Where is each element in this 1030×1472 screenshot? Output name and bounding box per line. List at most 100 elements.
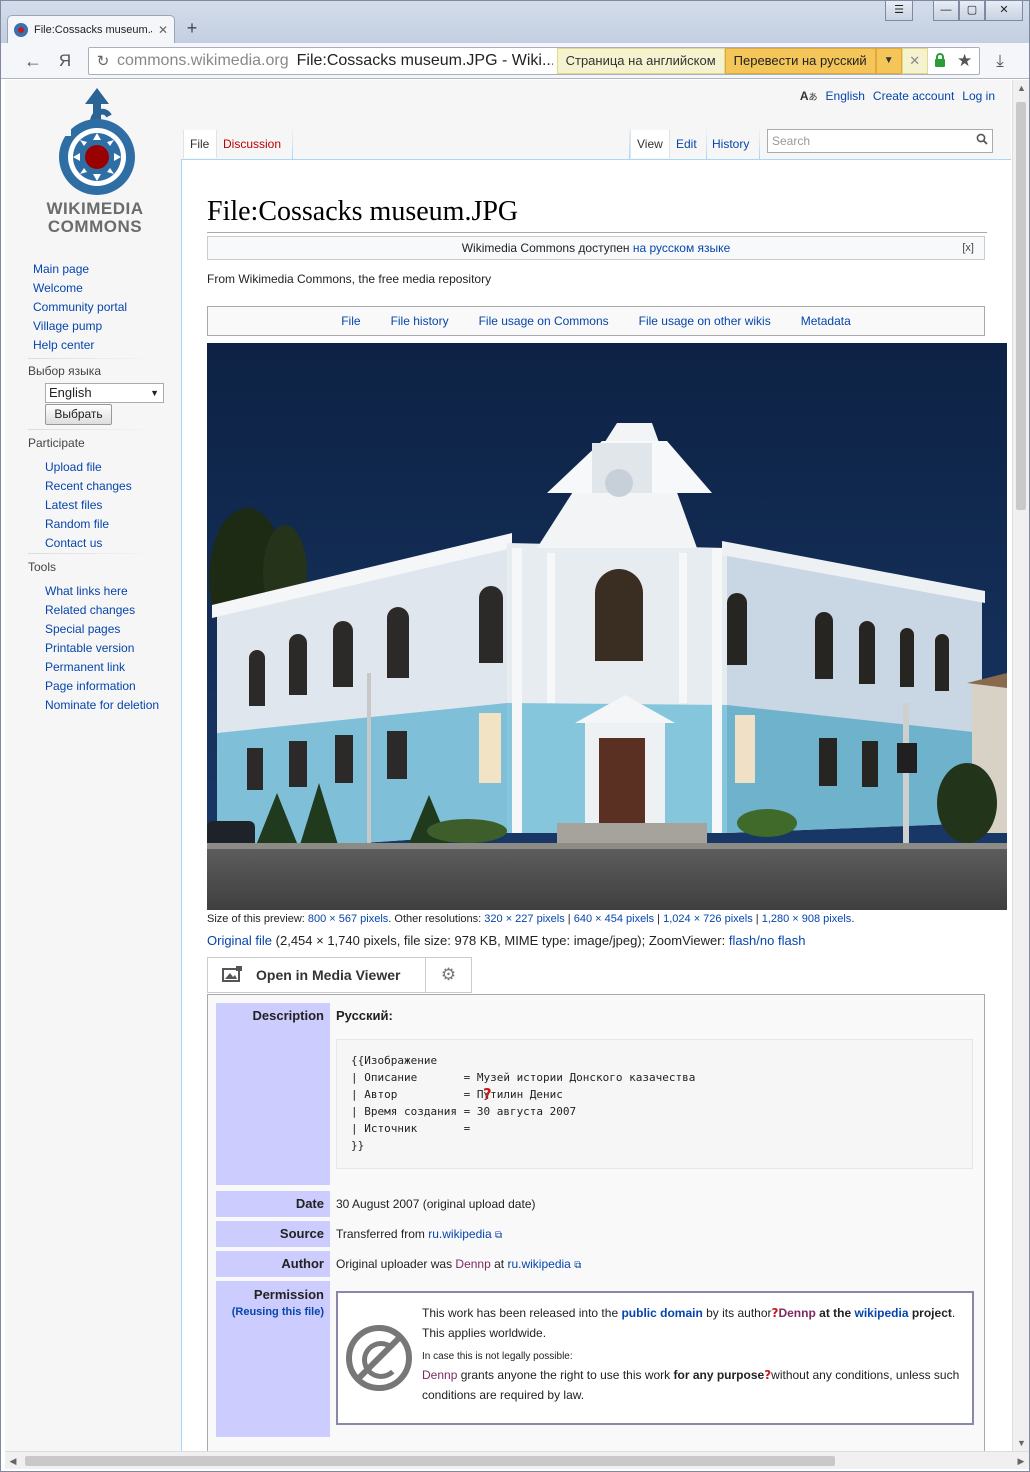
size-320-link[interactable]: 320 × 227 pixels bbox=[484, 913, 564, 925]
translate-dropdown-icon[interactable]: ▼ bbox=[875, 48, 902, 74]
filetoc-metadata-link[interactable]: Metadata bbox=[801, 314, 851, 328]
author-user-link[interactable]: Dennp bbox=[455, 1257, 490, 1271]
menu-icon[interactable]: ☰ bbox=[885, 1, 913, 21]
filetoc-history-link[interactable]: File history bbox=[391, 314, 449, 328]
scroll-right-icon[interactable]: ▶ bbox=[1013, 1452, 1029, 1470]
size-1280-link[interactable]: 1,280 × 908 pixels bbox=[762, 913, 852, 925]
language-submit-button[interactable]: Выбрать bbox=[45, 404, 112, 425]
sidebar-item-page-information[interactable]: Page information bbox=[40, 677, 160, 696]
filetoc-usage-commons-link[interactable]: File usage on Commons bbox=[479, 314, 609, 328]
sidebar-item-community-portal[interactable]: Community portal bbox=[28, 298, 160, 317]
filetoc-usage-other-link[interactable]: File usage on other wikis bbox=[639, 314, 771, 328]
scroll-down-icon[interactable]: ▼ bbox=[1013, 1435, 1029, 1451]
date-value: 30 August 2007 (original upload date) bbox=[336, 1197, 536, 1211]
back-button[interactable]: ← bbox=[21, 50, 45, 72]
log-in-link[interactable]: Log in bbox=[962, 89, 995, 103]
sidebar-item-latest-files[interactable]: Latest files bbox=[40, 496, 160, 515]
sidebar-divider bbox=[28, 429, 160, 430]
external-link-icon: ⧉ bbox=[494, 1230, 503, 1241]
public-domain-text: This work has been released into the pub… bbox=[422, 1303, 968, 1405]
sidebar-item-welcome[interactable]: Welcome bbox=[28, 279, 160, 298]
tab-divider bbox=[759, 127, 760, 159]
sidebar-divider bbox=[28, 553, 160, 554]
sidebar-item-printable-version[interactable]: Printable version bbox=[40, 639, 160, 658]
search-icon[interactable] bbox=[976, 130, 988, 152]
notice-close-button[interactable]: [x] bbox=[962, 237, 974, 259]
author-label: Author bbox=[216, 1251, 330, 1277]
logo-text: WIKIMEDIA COMMONS bbox=[46, 199, 144, 236]
create-account-link[interactable]: Create account bbox=[873, 89, 954, 103]
pd-user-link[interactable]: Dennp bbox=[778, 1306, 815, 1320]
author-wiki-link[interactable]: ru.wikipedia bbox=[507, 1257, 570, 1271]
horizontal-scroll-thumb[interactable] bbox=[25, 1456, 835, 1466]
sidebar-item-contact-us[interactable]: Contact us bbox=[40, 534, 160, 553]
source-link[interactable]: ru.wikipedia bbox=[428, 1227, 491, 1241]
size-640-link[interactable]: 640 × 454 pixels bbox=[574, 913, 654, 925]
translate-button[interactable]: Перевести на русский bbox=[724, 48, 876, 74]
tab-history[interactable]: History bbox=[706, 130, 755, 158]
translate-icon[interactable]: Aあ bbox=[800, 89, 818, 103]
sidebar-item-recent-changes[interactable]: Recent changes bbox=[40, 477, 160, 496]
zoomviewer-link[interactable]: flash/no flash bbox=[729, 933, 806, 948]
download-icon[interactable]: ⤓ bbox=[989, 51, 1011, 73]
sidebar-item-permanent-link[interactable]: Permanent link bbox=[40, 658, 160, 677]
scroll-up-icon[interactable]: ▲ bbox=[1013, 80, 1029, 96]
bookmark-star-icon[interactable]: ★ bbox=[952, 51, 978, 71]
reusing-this-file-link[interactable]: (Reusing this file) bbox=[232, 1306, 324, 1318]
tab-file[interactable]: File bbox=[183, 130, 217, 158]
personal-tools: Aあ English Create account Log in bbox=[800, 89, 995, 103]
sidebar-item-help-center[interactable]: Help center bbox=[28, 336, 160, 355]
browser-window: File:Cossacks museum.JF ✕ + ☰ — ▢ ✕ ← Я … bbox=[0, 0, 1030, 1472]
public-domain-link[interactable]: public domain bbox=[621, 1306, 702, 1320]
sidebar-item-village-pump[interactable]: Village pump bbox=[28, 317, 160, 336]
lock-icon[interactable] bbox=[928, 52, 952, 70]
translate-bar: Страница на английском Перевести на русс… bbox=[556, 48, 928, 74]
gear-icon[interactable]: ⚙ bbox=[426, 958, 471, 992]
permission-label: Permission (Reusing this file) bbox=[216, 1281, 330, 1437]
address-bar[interactable]: ↻ commons.wikimedia.org File:Cossacks mu… bbox=[88, 47, 980, 75]
size-1024-link[interactable]: 1,024 × 726 pixels bbox=[663, 913, 753, 925]
filetoc-file-link[interactable]: File bbox=[341, 314, 360, 328]
url-page-title: File:Cossacks museum.JPG - Wiki... bbox=[296, 52, 553, 69]
minimize-button[interactable]: — bbox=[933, 1, 959, 21]
search-placeholder: Search bbox=[772, 134, 811, 148]
new-tab-button[interactable]: + bbox=[181, 18, 203, 40]
browser-tab[interactable]: File:Cossacks museum.JF ✕ bbox=[7, 15, 175, 44]
description-language: Русский: bbox=[336, 1008, 393, 1023]
horizontal-scrollbar[interactable]: ◀ ▶ bbox=[5, 1451, 1029, 1469]
public-domain-box: This work has been released into the pub… bbox=[336, 1291, 974, 1425]
maximize-button[interactable]: ▢ bbox=[959, 1, 985, 21]
tab-edit[interactable]: Edit bbox=[670, 130, 703, 158]
original-file-line: Original file (2,454 × 1,740 pixels, fil… bbox=[207, 933, 806, 948]
participate-heading: Participate bbox=[28, 436, 85, 450]
sidebar-item-main-page[interactable]: Main page bbox=[28, 260, 160, 279]
translate-close-icon[interactable]: ✕ bbox=[901, 48, 928, 74]
notice-russian-link[interactable]: на русском языке bbox=[633, 241, 730, 255]
pd-wikipedia-link[interactable]: wikipedia bbox=[854, 1306, 908, 1320]
tab-discussion[interactable]: Discussion bbox=[217, 130, 287, 158]
close-window-button[interactable]: ✕ bbox=[985, 1, 1023, 21]
pd-user-link-2[interactable]: Dennp bbox=[422, 1368, 457, 1382]
yandex-button[interactable]: Я bbox=[53, 50, 77, 72]
original-file-link[interactable]: Original file bbox=[207, 933, 272, 948]
sidebar-item-random-file[interactable]: Random file bbox=[40, 515, 160, 534]
file-preview-image[interactable] bbox=[207, 343, 1007, 910]
wikimedia-commons-logo[interactable]: WIKIMEDIA COMMONS bbox=[27, 82, 167, 242]
sidebar-item-nominate-for-deletion[interactable]: Nominate for deletion bbox=[40, 696, 160, 715]
sidebar-item-what-links-here[interactable]: What links here bbox=[40, 582, 160, 601]
tab-close-icon[interactable]: ✕ bbox=[158, 23, 168, 37]
size-800-link[interactable]: 800 × 567 pixels bbox=[308, 913, 388, 925]
search-input[interactable]: Search bbox=[767, 129, 993, 153]
tab-title: File:Cossacks museum.JF bbox=[34, 24, 152, 36]
scroll-left-icon[interactable]: ◀ bbox=[5, 1452, 21, 1470]
sidebar-item-related-changes[interactable]: Related changes bbox=[40, 601, 160, 620]
sidebar-item-special-pages[interactable]: Special pages bbox=[40, 620, 160, 639]
language-select[interactable]: English ▼ bbox=[45, 383, 164, 403]
vertical-scroll-thumb[interactable] bbox=[1016, 102, 1026, 510]
open-media-viewer-button[interactable]: Open in Media Viewer bbox=[208, 958, 426, 992]
language-link[interactable]: English bbox=[826, 89, 865, 103]
tab-view[interactable]: View bbox=[630, 130, 670, 158]
vertical-scrollbar[interactable]: ▲ ▼ bbox=[1012, 80, 1029, 1451]
sidebar-item-upload-file[interactable]: Upload file bbox=[40, 458, 160, 477]
reload-icon[interactable]: ↻ bbox=[89, 52, 117, 70]
